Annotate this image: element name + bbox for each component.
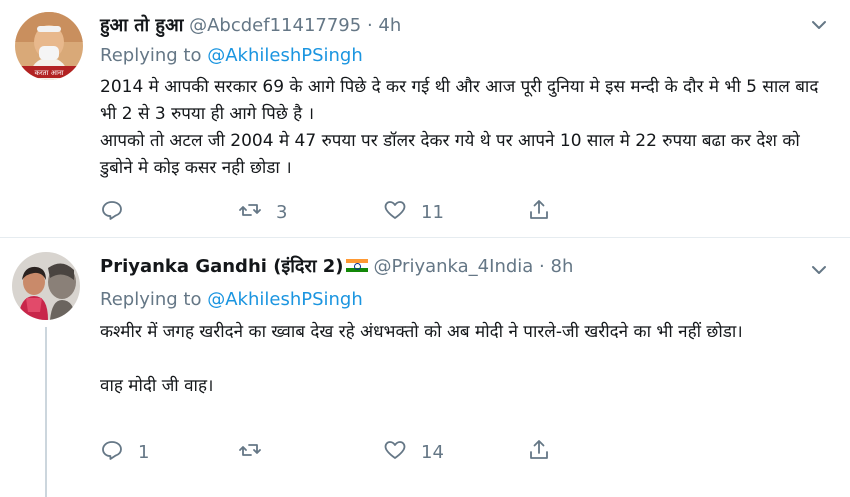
avatar[interactable] [12, 252, 80, 320]
like-count: 14 [421, 441, 444, 463]
tweet-text: कश्मीर में जगह खरीदने का ख्वाब देख रहे अ… [100, 319, 835, 400]
user-handle[interactable]: @Priyanka_4India [374, 256, 534, 277]
separator-dot: · [366, 15, 373, 36]
retweet-button[interactable]: 3 [238, 197, 287, 227]
tweet: करता आना हुआ तो हुआ @Abcdef11417795 · 4h… [0, 0, 850, 238]
thread-connector [45, 327, 47, 497]
tweet-actions: 3 11 [96, 197, 576, 227]
replying-to: Replying to @AkhileshPSingh [100, 44, 363, 68]
reply-icon [100, 438, 124, 467]
user-handle[interactable]: @Abcdef11417795 [189, 15, 361, 36]
timestamp[interactable]: 8h [551, 256, 574, 277]
timestamp[interactable]: 4h [378, 15, 401, 36]
like-button[interactable]: 14 [383, 437, 444, 467]
retweet-icon [238, 438, 262, 467]
retweet-button[interactable] [238, 437, 276, 467]
like-icon [383, 438, 407, 467]
mention-link[interactable]: @AkhileshPSingh [207, 45, 363, 66]
tweet-text: 2014 मे आपकी सरकार 69 के आगे पिछे दे कर … [100, 74, 835, 182]
replying-to-label: Replying to [100, 289, 202, 310]
retweet-icon [238, 198, 262, 227]
chevron-down-icon[interactable] [810, 16, 828, 34]
like-icon [383, 198, 407, 227]
tweet-actions: 1 14 [96, 437, 576, 467]
mention-link[interactable]: @AkhileshPSingh [207, 289, 363, 310]
avatar[interactable]: करता आना [15, 12, 83, 80]
reply-count: 1 [138, 441, 150, 463]
tweet-paragraph: वाह मोदी जी वाह। [100, 376, 214, 396]
reply-button[interactable]: 1 [100, 437, 149, 467]
tweet-header: हुआ तो हुआ @Abcdef11417795 · 4h [100, 14, 401, 38]
reply-button[interactable] [100, 197, 138, 227]
display-name[interactable]: Priyanka Gandhi (इंदिरा 2) [100, 256, 344, 277]
avatar-caption: करता आना [34, 69, 63, 77]
tweet-paragraph: कश्मीर में जगह खरीदने का ख्वाब देख रहे अ… [100, 322, 743, 342]
like-button[interactable]: 11 [383, 197, 444, 227]
india-flag-icon [345, 258, 368, 273]
replying-to: Replying to @AkhileshPSingh [100, 288, 363, 312]
separator-dot: · [539, 256, 545, 277]
chevron-down-icon[interactable] [810, 261, 828, 279]
tweet-paragraph: 2014 मे आपकी सरकार 69 के आगे पिछे दे कर … [100, 77, 819, 124]
share-button[interactable] [527, 437, 551, 467]
like-count: 11 [421, 201, 444, 223]
replying-to-label: Replying to [100, 45, 202, 66]
tweet-paragraph: आपको तो अटल जी 2004 मे 47 रुपया पर डॉलर … [100, 131, 800, 178]
share-icon [527, 198, 551, 227]
retweet-count: 3 [276, 201, 288, 223]
tweet-header: Priyanka Gandhi (इंदिरा 2) @Priyanka_4Ind… [100, 255, 573, 279]
share-button[interactable] [527, 197, 551, 227]
reply-icon [100, 198, 124, 227]
display-name[interactable]: हुआ तो हुआ [100, 15, 183, 36]
share-icon [527, 438, 551, 467]
tweet: Priyanka Gandhi (इंदिरा 2) @Priyanka_4Ind… [0, 239, 850, 497]
